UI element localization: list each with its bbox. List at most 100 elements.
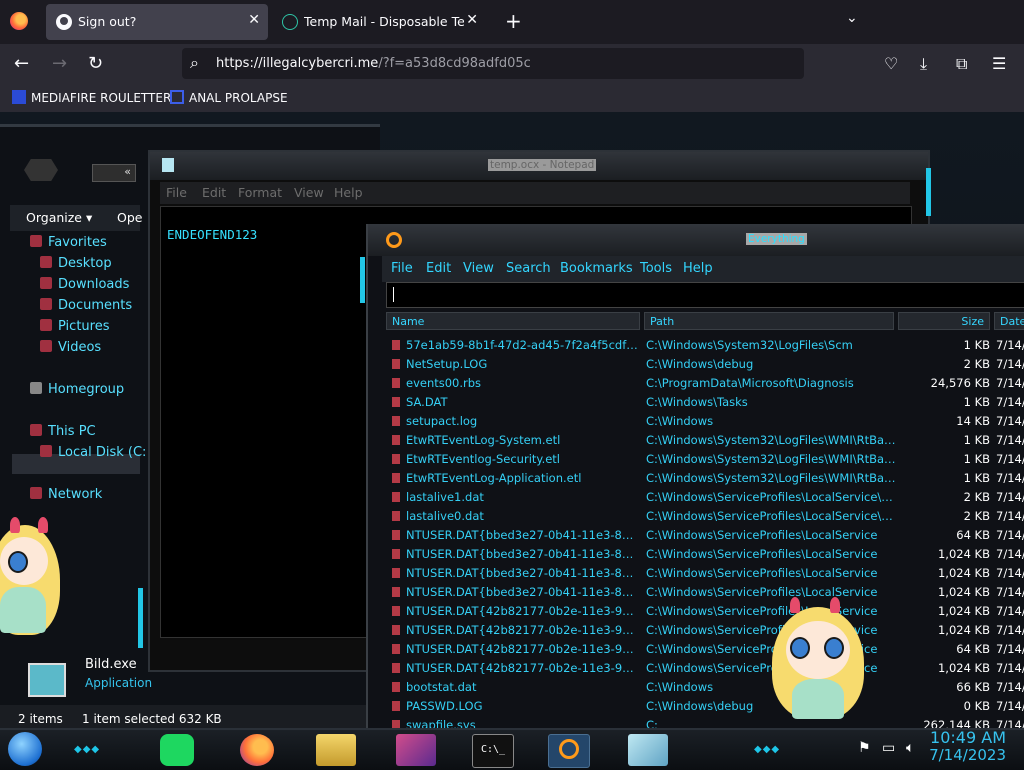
search-input[interactable] bbox=[386, 282, 1024, 308]
tab-sign-out[interactable]: Sign out? ✕ bbox=[46, 4, 268, 40]
firefox-icon[interactable] bbox=[10, 12, 28, 30]
file-size: 66 KB bbox=[956, 680, 990, 694]
table-row[interactable]: NTUSER.DAT{42b82177-0b2e-11e3-93f4-90b..… bbox=[386, 640, 1024, 659]
bookmark-mediafire[interactable]: MEDIAFIRE ROULETTER bbox=[12, 90, 171, 105]
url-text[interactable]: https://illegalcybercri.me/?f=a53d8cd98a… bbox=[216, 56, 531, 71]
list-all-tabs-icon[interactable]: ⌄ bbox=[846, 10, 858, 26]
organize-button[interactable]: Organize ▾ bbox=[26, 210, 92, 225]
back-arrow-icon[interactable]: ← bbox=[14, 53, 29, 74]
start-orb-icon[interactable] bbox=[8, 732, 42, 766]
menu-tools[interactable]: Tools bbox=[640, 261, 672, 276]
tree-desktop[interactable]: Desktop bbox=[40, 256, 112, 271]
column-path[interactable]: Path bbox=[644, 312, 894, 330]
desktop-icon bbox=[40, 256, 52, 268]
table-row[interactable]: EtwRTEventLog-Application.etl C:\Windows\… bbox=[386, 469, 1024, 488]
menu-edit[interactable]: Edit bbox=[426, 261, 451, 276]
file-size: 0 KB bbox=[963, 699, 990, 713]
table-row[interactable]: NTUSER.DAT{bbed3e27-0b41-11e3-8249-d6...… bbox=[386, 564, 1024, 583]
table-row[interactable]: PASSWD.LOGC:\Windows\debug0 KB7/14/2 bbox=[386, 697, 1024, 716]
table-row[interactable]: NTUSER.DAT{42b82177-0b2e-11e3-93f4-90b..… bbox=[386, 602, 1024, 621]
exe-file-icon[interactable] bbox=[28, 663, 66, 697]
column-size[interactable]: Size bbox=[898, 312, 990, 330]
menu-help[interactable]: Help bbox=[683, 261, 713, 276]
table-row[interactable]: NTUSER.DAT{bbed3e27-0b41-11e3-8249-d6...… bbox=[386, 545, 1024, 564]
table-row[interactable]: 57e1ab59-8b1f-47d2-ad45-7f2a4f5cdf39 C:\W… bbox=[386, 336, 1024, 355]
tree-local-disk[interactable]: Local Disk (C: bbox=[40, 445, 146, 460]
column-date[interactable]: Date bbox=[994, 312, 1024, 330]
table-row[interactable]: lastalive0.dat C:\Windows\ServiceProfiles… bbox=[386, 507, 1024, 526]
table-row[interactable]: NTUSER.DAT{bbed3e27-0b41-11e3-8249-d6...… bbox=[386, 583, 1024, 602]
tree-label: Homegroup bbox=[48, 382, 125, 397]
everything-title-bar[interactable]: Everything bbox=[368, 224, 1024, 256]
network-icon[interactable]: ▭ bbox=[882, 740, 895, 756]
reload-icon[interactable]: ↻ bbox=[88, 53, 103, 74]
tree-label: Pictures bbox=[58, 319, 110, 334]
firefox-taskbar-icon[interactable] bbox=[240, 734, 274, 766]
menu-help[interactable]: Help bbox=[334, 185, 363, 200]
tree-homegroup[interactable]: Homegroup bbox=[30, 382, 124, 397]
table-row[interactable]: NTUSER.DAT{bbed3e27-0b41-11e3-8249-d6...… bbox=[386, 526, 1024, 545]
table-row[interactable]: NTUSER.DAT{42b82177-0b2e-11e3-93f4-90b..… bbox=[386, 621, 1024, 640]
table-row[interactable]: NetSetup.LOG C:\Windows\debug 2 KB 7/14/2 bbox=[386, 355, 1024, 374]
system-clock[interactable]: 10:49 AM 7/14/2023 bbox=[929, 728, 1006, 764]
tree-pictures[interactable]: Pictures bbox=[40, 319, 109, 334]
menu-file[interactable]: File bbox=[166, 185, 187, 200]
table-row[interactable]: events00.rbs C:\ProgramData\Microsoft\Dia… bbox=[386, 374, 1024, 393]
web-page-desktop: « Organize ▾ Ope Favorites Desktop Downl… bbox=[0, 112, 1024, 734]
pocket-icon[interactable]: ♡ bbox=[884, 54, 898, 73]
notepad-title: temp.ocx - Notepad bbox=[488, 159, 597, 171]
media-player-taskbar-icon[interactable] bbox=[396, 734, 436, 766]
menu-icon[interactable]: ☰ bbox=[992, 54, 1006, 73]
url-bar[interactable]: ⌕ https://illegalcybercri.me/?f=a53d8cd9… bbox=[182, 48, 804, 79]
flag-icon[interactable]: ⚑ bbox=[858, 740, 871, 756]
spotify-icon[interactable] bbox=[160, 734, 194, 766]
extensions-icon[interactable]: ⧉ bbox=[956, 54, 967, 74]
tree-favorites[interactable]: Favorites bbox=[30, 235, 107, 250]
menu-format[interactable]: Format bbox=[238, 185, 282, 200]
file-explorer-taskbar-icon[interactable] bbox=[316, 734, 356, 766]
menu-bookmarks[interactable]: Bookmarks bbox=[560, 261, 633, 276]
new-tab-button[interactable]: + bbox=[505, 9, 522, 33]
table-row[interactable]: SA.DAT C:\Windows\Tasks 1 KB 7/14/2 bbox=[386, 393, 1024, 412]
everything-taskbar-icon[interactable] bbox=[548, 734, 590, 768]
tree-this-pc[interactable]: This PC bbox=[30, 424, 96, 439]
file-date: 7/14/2 bbox=[996, 680, 1024, 694]
tree-label: Favorites bbox=[48, 235, 107, 250]
notepad-title-bar[interactable]: temp.ocx - Notepad bbox=[150, 152, 928, 180]
menu-view[interactable]: View bbox=[294, 185, 324, 200]
table-row[interactable]: EtwRTEventLog-System.etl C:\Windows\Syste… bbox=[386, 431, 1024, 450]
tree-documents[interactable]: Documents bbox=[40, 298, 132, 313]
table-row[interactable]: EtwRTEventlog-Security.etl C:\Windows\Sys… bbox=[386, 450, 1024, 469]
downloads-icon[interactable]: ⤓ bbox=[920, 54, 927, 74]
notepad-taskbar-icon[interactable] bbox=[628, 734, 668, 766]
command-prompt-taskbar-icon[interactable]: C:\_ bbox=[472, 734, 514, 768]
taskbar-decoration: ◆◆◆ bbox=[754, 744, 781, 755]
menu-search[interactable]: Search bbox=[506, 261, 551, 276]
menu-file[interactable]: File bbox=[391, 261, 413, 276]
table-row[interactable]: bootstat.datC:\Windows66 KB7/14/2 bbox=[386, 678, 1024, 697]
menu-edit[interactable]: Edit bbox=[202, 185, 226, 200]
volume-icon[interactable]: 🔈︎ bbox=[906, 740, 914, 756]
open-button[interactable]: Ope bbox=[117, 210, 142, 225]
table-row[interactable]: lastalive1.dat C:\Windows\ServiceProfiles… bbox=[386, 488, 1024, 507]
tree-network[interactable]: Network bbox=[30, 487, 102, 502]
file-date: 7/14/2 bbox=[996, 528, 1024, 542]
pictures-icon bbox=[40, 319, 52, 331]
menu-view[interactable]: View bbox=[463, 261, 494, 276]
tab-temp-mail[interactable]: Temp Mail - Disposable Tempo ✕ bbox=[272, 4, 486, 40]
bookmark-label: MEDIAFIRE ROULETTER bbox=[31, 91, 172, 105]
selected-file-name: Bild.exe bbox=[85, 657, 137, 672]
close-tab-icon[interactable]: ✕ bbox=[248, 12, 260, 28]
forward-arrow-icon[interactable]: → bbox=[52, 53, 67, 74]
file-size: 1,024 KB bbox=[937, 585, 990, 599]
file-size: 14 KB bbox=[956, 414, 990, 428]
file-path: C:\Windows\ServiceProfiles\LocalService\… bbox=[646, 509, 896, 523]
close-tab-icon[interactable]: ✕ bbox=[466, 12, 478, 28]
bookmark-anal-prolapse[interactable]: ANAL PROLAPSE bbox=[170, 90, 288, 105]
column-name[interactable]: Name bbox=[386, 312, 640, 330]
tree-videos[interactable]: Videos bbox=[40, 340, 101, 355]
table-row[interactable]: setupact.log C:\Windows 14 KB 7/14/2 bbox=[386, 412, 1024, 431]
back-button[interactable]: « bbox=[92, 164, 136, 182]
table-row[interactable]: NTUSER.DAT{42b82177-0b2e-11e3-93f4-90b..… bbox=[386, 659, 1024, 678]
tree-downloads[interactable]: Downloads bbox=[40, 277, 129, 292]
